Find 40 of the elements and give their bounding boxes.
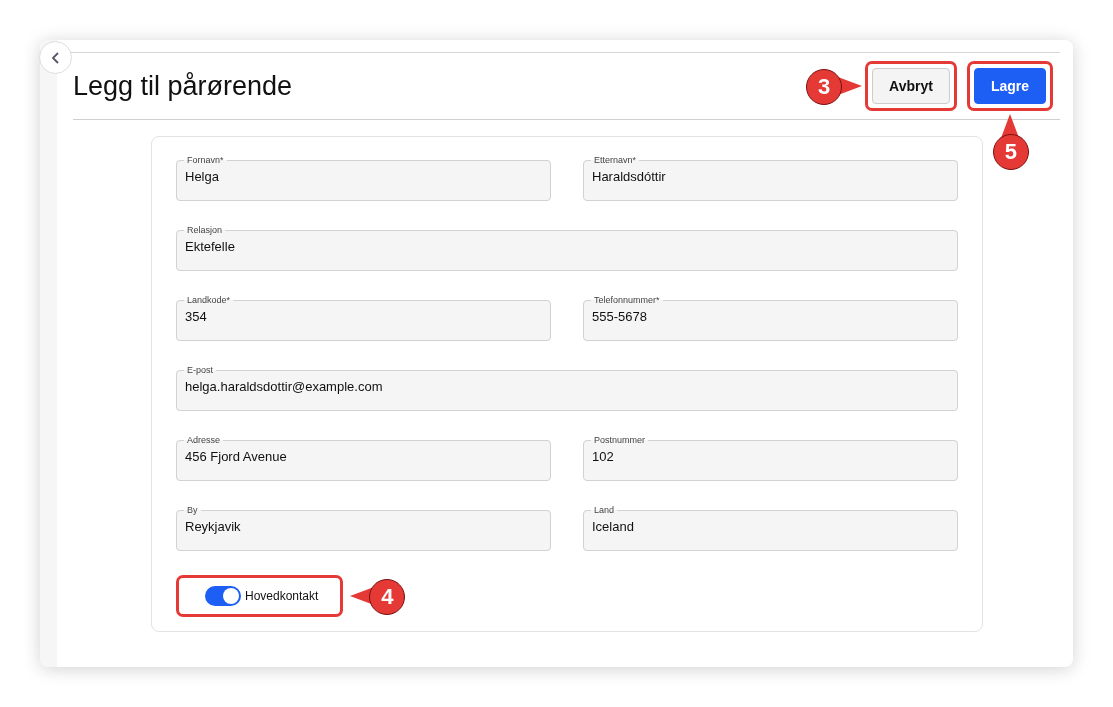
- field-value: 456 Fjord Avenue: [185, 448, 287, 464]
- callout-badge: 4: [369, 579, 406, 615]
- cancel-button[interactable]: Avbryt: [872, 68, 950, 104]
- field-value: Helga: [185, 168, 219, 184]
- save-button[interactable]: Lagre: [973, 68, 1046, 104]
- callout-badge: 3: [806, 69, 843, 105]
- input-field[interactable]: Fornavn* Helga: [176, 155, 551, 201]
- callout-badge: 5: [992, 134, 1029, 170]
- input-field[interactable]: Land Iceland: [583, 505, 958, 551]
- field-label: Etternavn*: [593, 155, 638, 165]
- input-field[interactable]: Postnummer 102: [583, 435, 958, 481]
- input-field[interactable]: Relasjon Ektefelle: [176, 225, 958, 271]
- toggle-switch[interactable]: [205, 586, 241, 606]
- input-field[interactable]: Etternavn* Haraldsdóttir: [583, 155, 958, 201]
- field-value: Ektefelle: [185, 238, 235, 254]
- field-value: Haraldsdóttir: [592, 168, 666, 184]
- input-field[interactable]: By Reykjavik: [176, 505, 551, 551]
- input-field[interactable]: Landkode* 354: [176, 295, 551, 341]
- input-field[interactable]: Adresse 456 Fjord Avenue: [176, 435, 551, 481]
- field-value: 354: [185, 308, 207, 324]
- field-label: Landkode*: [186, 295, 232, 305]
- field-value: Iceland: [592, 518, 634, 534]
- field-label: Land: [593, 505, 616, 515]
- field-label: Adresse: [186, 435, 222, 445]
- field-value: Reykjavik: [185, 518, 241, 534]
- field-value: 102: [592, 448, 614, 464]
- field-value: helga.haraldsdottir@example.com: [185, 378, 383, 394]
- field-label: Telefonnummer*: [593, 295, 661, 305]
- back-button[interactable]: [39, 41, 72, 74]
- toggle-label: Hovedkontakt: [245, 589, 319, 603]
- field-label: By: [186, 505, 199, 515]
- chevron-left-icon: [50, 51, 61, 64]
- page-title: Legg til pårørende: [73, 70, 293, 102]
- input-field[interactable]: Telefonnummer* 555-5678: [583, 295, 958, 341]
- field-label: Relasjon: [186, 225, 224, 235]
- field-label: Fornavn*: [186, 155, 225, 165]
- field-label: Postnummer: [593, 435, 647, 445]
- input-field[interactable]: E-post helga.haraldsdottir@example.com: [176, 365, 958, 411]
- field-value: 555-5678: [592, 308, 647, 324]
- field-label: E-post: [186, 365, 214, 375]
